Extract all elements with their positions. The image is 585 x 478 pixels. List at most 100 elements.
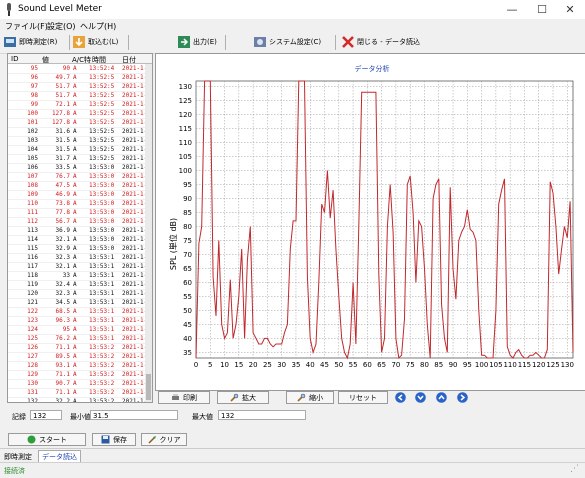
table-cell: A [73,308,77,315]
clear-button[interactable]: クリア [141,433,187,446]
realtime-measure-button[interactable]: 即時測定(R) [3,33,57,51]
table-cell: 121 [27,299,38,306]
table-cell: 13:53:0 [89,200,115,207]
table-cell: A [73,380,77,387]
nav-up-icon[interactable] [436,392,447,403]
x-tick-label: 100 [475,361,488,369]
table-cell: 32.9 [55,245,70,252]
table-cell: 13:53:1 [89,335,115,342]
table-cell: 89.5 [55,353,70,360]
table-scrollbar-thumb[interactable] [146,374,151,400]
close-data-button[interactable]: 閉じる - データ読込 [341,33,420,51]
table-cell: 122 [27,308,38,315]
table-cell: 33.5 [55,164,70,171]
system-settings-button[interactable]: システム設定(C) [253,33,321,51]
max-field[interactable]: 132 [218,410,306,420]
zoom-out-button[interactable]: 縮小 [286,391,334,404]
table-cell: A [73,92,77,99]
table-cell: 102 [27,128,38,135]
table-row[interactable]: 132 32.2 A 13:53:2 2021-1- [8,397,152,403]
menu-file[interactable]: ファイル(F) [5,21,48,32]
table-cell: 117 [27,263,38,270]
output-button[interactable]: 出力(E) [177,33,217,51]
table-cell: 32.1 [55,236,70,243]
max-label: 最大値 [192,413,213,421]
table-cell: 13:53:2 [89,398,115,403]
table-cell: A [73,146,77,153]
menu-help[interactable]: ヘルプ(H) [80,21,116,32]
import-icon [73,36,85,48]
min-field[interactable]: 31.5 [90,410,178,420]
table-cell: 132 [27,398,38,403]
table-cell: A [73,317,77,324]
close-window-button[interactable]: ✕ [555,0,585,19]
table-cell: 13:53:1 [89,308,115,315]
minimize-button[interactable]: — [497,0,527,19]
table-cell: A [73,299,77,306]
x-tick-label: 30 [277,361,286,369]
table-cell: 31.5 [55,146,70,153]
x-tick-label: 70 [391,361,400,369]
table-cell: 13:52:5 [89,92,115,99]
x-tick-label: 0 [194,361,198,369]
table-cell: 106 [27,164,38,171]
y-tick-label: 60 [183,279,192,287]
maximize-button[interactable]: ☐ [527,0,557,19]
export-icon [178,36,190,48]
table-cell: 101 [27,119,38,126]
import-button[interactable]: 取込む(L) [72,33,118,51]
table-cell: A [73,110,77,117]
table-cell: 32.4 [55,281,70,288]
table-cell: A [73,281,77,288]
table-cell: 13:52:5 [89,128,115,135]
zoom-in-button[interactable]: 拡大 [217,391,269,404]
reset-button[interactable]: リセット [338,391,388,404]
table-cell: 13:53:1 [89,254,115,261]
resize-grip-icon[interactable]: ⋰ [570,464,579,474]
table-cell: 51.7 [55,92,70,99]
toolbar-separator [225,35,226,50]
table-cell: 107 [27,173,38,180]
table-cell: A [73,263,77,270]
x-tick-label: 95 [463,361,472,369]
save-label: 保存 [113,435,127,444]
col-header-id[interactable]: ID [11,55,18,63]
tab-realtime[interactable]: 即時測定 [4,452,32,462]
table-cell: A [73,353,77,360]
nav-down-icon[interactable] [415,392,426,403]
start-button[interactable]: スタート [8,433,86,446]
table-scrollbar[interactable] [145,64,152,402]
table-cell: A [73,344,77,351]
print-button[interactable]: 印刷 [158,391,210,404]
x-tick-label: 20 [249,361,258,369]
y-tick-label: 50 [183,307,192,315]
y-tick-label: 90 [183,195,192,203]
y-tick-label: 70 [183,251,192,259]
table-cell: 32.3 [55,290,70,297]
table-cell: A [73,155,77,162]
data-table[interactable]: ID 値 A/C特 時間 日付 95 90 A 13:52:4 2021-1- 96 49.… [7,53,153,403]
x-tick-label: 80 [420,361,429,369]
nav-right-icon[interactable] [457,392,468,403]
app-icon [7,3,11,16]
x-tick-label: 25 [263,361,272,369]
record-field[interactable]: 132 [30,410,62,420]
save-data-button[interactable]: 保存 [92,433,136,446]
table-cell: 13:52:5 [89,101,115,108]
table-cell: 13:53:2 [89,362,115,369]
x-tick-label: 60 [363,361,372,369]
clear-label: クリア [159,435,181,444]
start-icon [27,435,36,444]
table-cell: 13:53:1 [89,290,115,297]
menu-settings[interactable]: 設定(O) [47,21,76,32]
connection-status: 接続済 [4,467,25,475]
zoom-out-icon [297,393,306,402]
table-cell: 98 [30,92,38,99]
table-cell: 90 [62,65,70,72]
table-cell: 13:53:0 [89,245,115,252]
table-cell: 131 [27,389,38,396]
nav-left-icon[interactable] [395,392,406,403]
table-cell: A [73,119,77,126]
x-tick-label: 120 [532,361,545,369]
table-cell: 129 [27,371,38,378]
